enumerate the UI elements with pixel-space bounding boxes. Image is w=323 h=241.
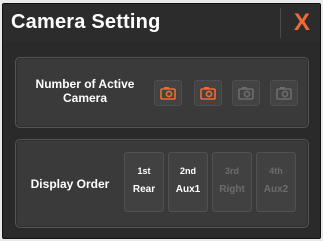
title-bar: Camera Setting X — [3, 4, 320, 42]
camera-icon — [276, 87, 292, 100]
display-order-slot-3[interactable]: 3rd Right — [212, 152, 252, 212]
dialog-title: Camera Setting — [11, 11, 161, 33]
display-order-slot-1[interactable]: 1st Rear — [124, 152, 164, 212]
camera-icon — [160, 87, 176, 100]
order-rank: 2nd — [179, 166, 196, 176]
close-button[interactable]: X — [289, 8, 315, 38]
camera-setting-dialog: Camera Setting X Number of Active Camera — [2, 3, 321, 239]
active-cameras-panel: Number of Active Camera — [15, 57, 309, 128]
order-rank: 4th — [269, 166, 283, 176]
camera-icon — [238, 87, 254, 100]
display-order-slot-4[interactable]: 4th Aux2 — [256, 152, 296, 212]
camera-toggle-2[interactable] — [194, 80, 222, 106]
order-camera: Rear — [132, 184, 156, 195]
active-cameras-label: Number of Active Camera — [35, 77, 135, 105]
order-camera: Right — [219, 184, 245, 195]
camera-toggle-4[interactable] — [270, 80, 298, 106]
camera-icon — [200, 87, 216, 100]
order-rank: 3rd — [224, 166, 239, 176]
display-order-label: Display Order — [30, 177, 110, 191]
display-order-slot-2[interactable]: 2nd Aux1 — [168, 152, 208, 212]
camera-toggle-3[interactable] — [232, 80, 260, 106]
order-camera: Aux1 — [175, 184, 201, 195]
title-divider — [280, 8, 281, 38]
order-rank: 1st — [137, 166, 151, 176]
camera-toggle-1[interactable] — [154, 80, 182, 106]
order-camera: Aux2 — [263, 184, 289, 195]
display-order-panel: Display Order 1st Rear 2nd Aux1 3rd Righ… — [15, 139, 309, 228]
